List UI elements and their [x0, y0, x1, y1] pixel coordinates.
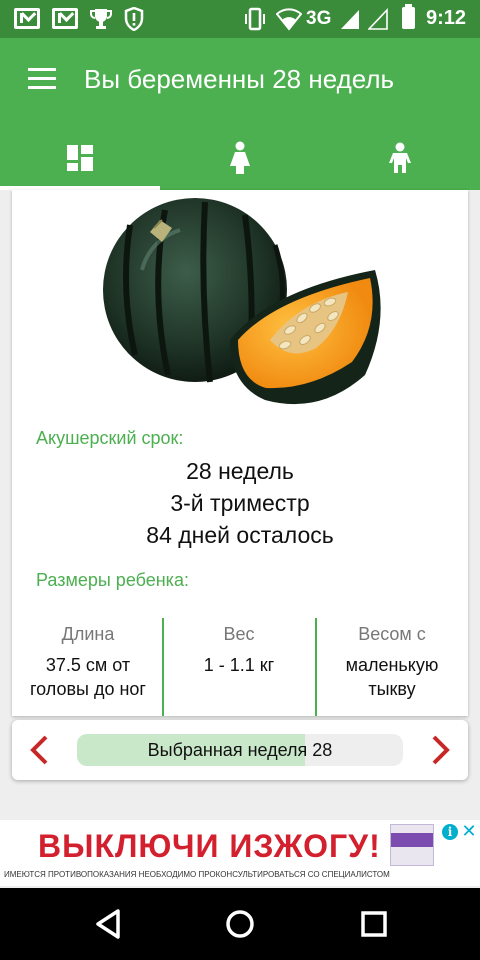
- woman-icon: [230, 141, 250, 174]
- signal-icon: [368, 7, 388, 30]
- network-type: 3G: [306, 8, 332, 29]
- ad-disclaimer: ИМЕЮТСЯ ПРОТИВОПОКАЗАНИЯ НЕОБХОДИМО ПРОК…: [4, 870, 390, 879]
- close-icon[interactable]: ✕: [460, 822, 478, 840]
- wifi-icon: [276, 8, 302, 31]
- baby-size-table: Длина 37.5 см от головы до ног Вес 1 - 1…: [12, 618, 468, 716]
- chevron-left-icon[interactable]: [28, 734, 52, 766]
- days-left-text: 84 дней осталось: [146, 522, 334, 548]
- back-icon[interactable]: [90, 906, 126, 942]
- page-title: Вы беременны 28 недель: [84, 64, 395, 94]
- menu-icon[interactable]: [28, 68, 56, 90]
- mail-icon: [14, 8, 40, 29]
- comparison-value: маленькую тыкву: [345, 655, 439, 699]
- length-heading: Длина: [61, 624, 115, 644]
- tab-dashboard[interactable]: [0, 126, 160, 190]
- ad-banner[interactable]: ВЫКЛЮЧИ ИЗЖОГУ! i ✕ ИМЕЮТСЯ ПРОТИВОПОКАЗ…: [0, 820, 480, 886]
- product-box-image: [390, 824, 434, 866]
- signal-icon: [341, 10, 359, 29]
- trimester-text: 3-й триместр: [170, 490, 310, 516]
- selected-week-label: Выбранная неделя 28: [147, 740, 333, 760]
- week-selector: Выбранная неделя 28: [12, 720, 468, 780]
- tab-child[interactable]: [320, 126, 480, 190]
- comparison-heading: Весом с: [358, 624, 426, 644]
- chevron-right-icon[interactable]: [428, 734, 452, 766]
- child-icon: [389, 142, 411, 173]
- weight-value: 1 - 1.1 кг: [203, 655, 275, 675]
- mail-icon: [52, 8, 78, 29]
- tab-mother[interactable]: [160, 126, 320, 190]
- shield-alert-icon: [124, 7, 144, 31]
- comparison-column: Весом с маленькую тыкву: [315, 618, 467, 716]
- term-label: Акушерский срок:: [36, 428, 184, 448]
- week-info-card: Акушерский срок: 28 недель 3-й триместр …: [12, 190, 468, 716]
- weight-heading: Вес: [223, 624, 255, 644]
- tab-bar: [0, 126, 480, 190]
- vibrate-icon: [245, 7, 265, 31]
- length-value: 37.5 см от головы до ног: [29, 655, 147, 699]
- clock: 9:12: [426, 7, 467, 29]
- recents-icon[interactable]: [356, 906, 392, 942]
- navigation-bar: [0, 888, 480, 960]
- app-bar: Вы беременны 28 недель: [0, 38, 480, 190]
- weeks-text: 28 недель: [186, 458, 294, 484]
- week-progress-bar[interactable]: Выбранная неделя 28: [77, 734, 403, 766]
- dashboard-icon: [67, 145, 93, 171]
- acorn-squash-image: [103, 198, 381, 405]
- ad-headline: ВЫКЛЮЧИ ИЗЖОГУ!: [38, 828, 381, 864]
- size-label: Размеры ребенка:: [36, 570, 189, 590]
- info-icon[interactable]: i: [442, 824, 458, 840]
- status-bar: 3G 9:12: [0, 0, 480, 38]
- battery-icon: [402, 4, 415, 29]
- home-icon[interactable]: [222, 906, 258, 942]
- trophy-icon: [90, 9, 112, 29]
- length-column: Длина 37.5 см от головы до ног: [12, 618, 164, 716]
- screen: 3G 9:12 Вы беременны 28 недель Акушерски…: [0, 0, 480, 960]
- weight-column: Вес 1 - 1.1 кг: [162, 618, 314, 716]
